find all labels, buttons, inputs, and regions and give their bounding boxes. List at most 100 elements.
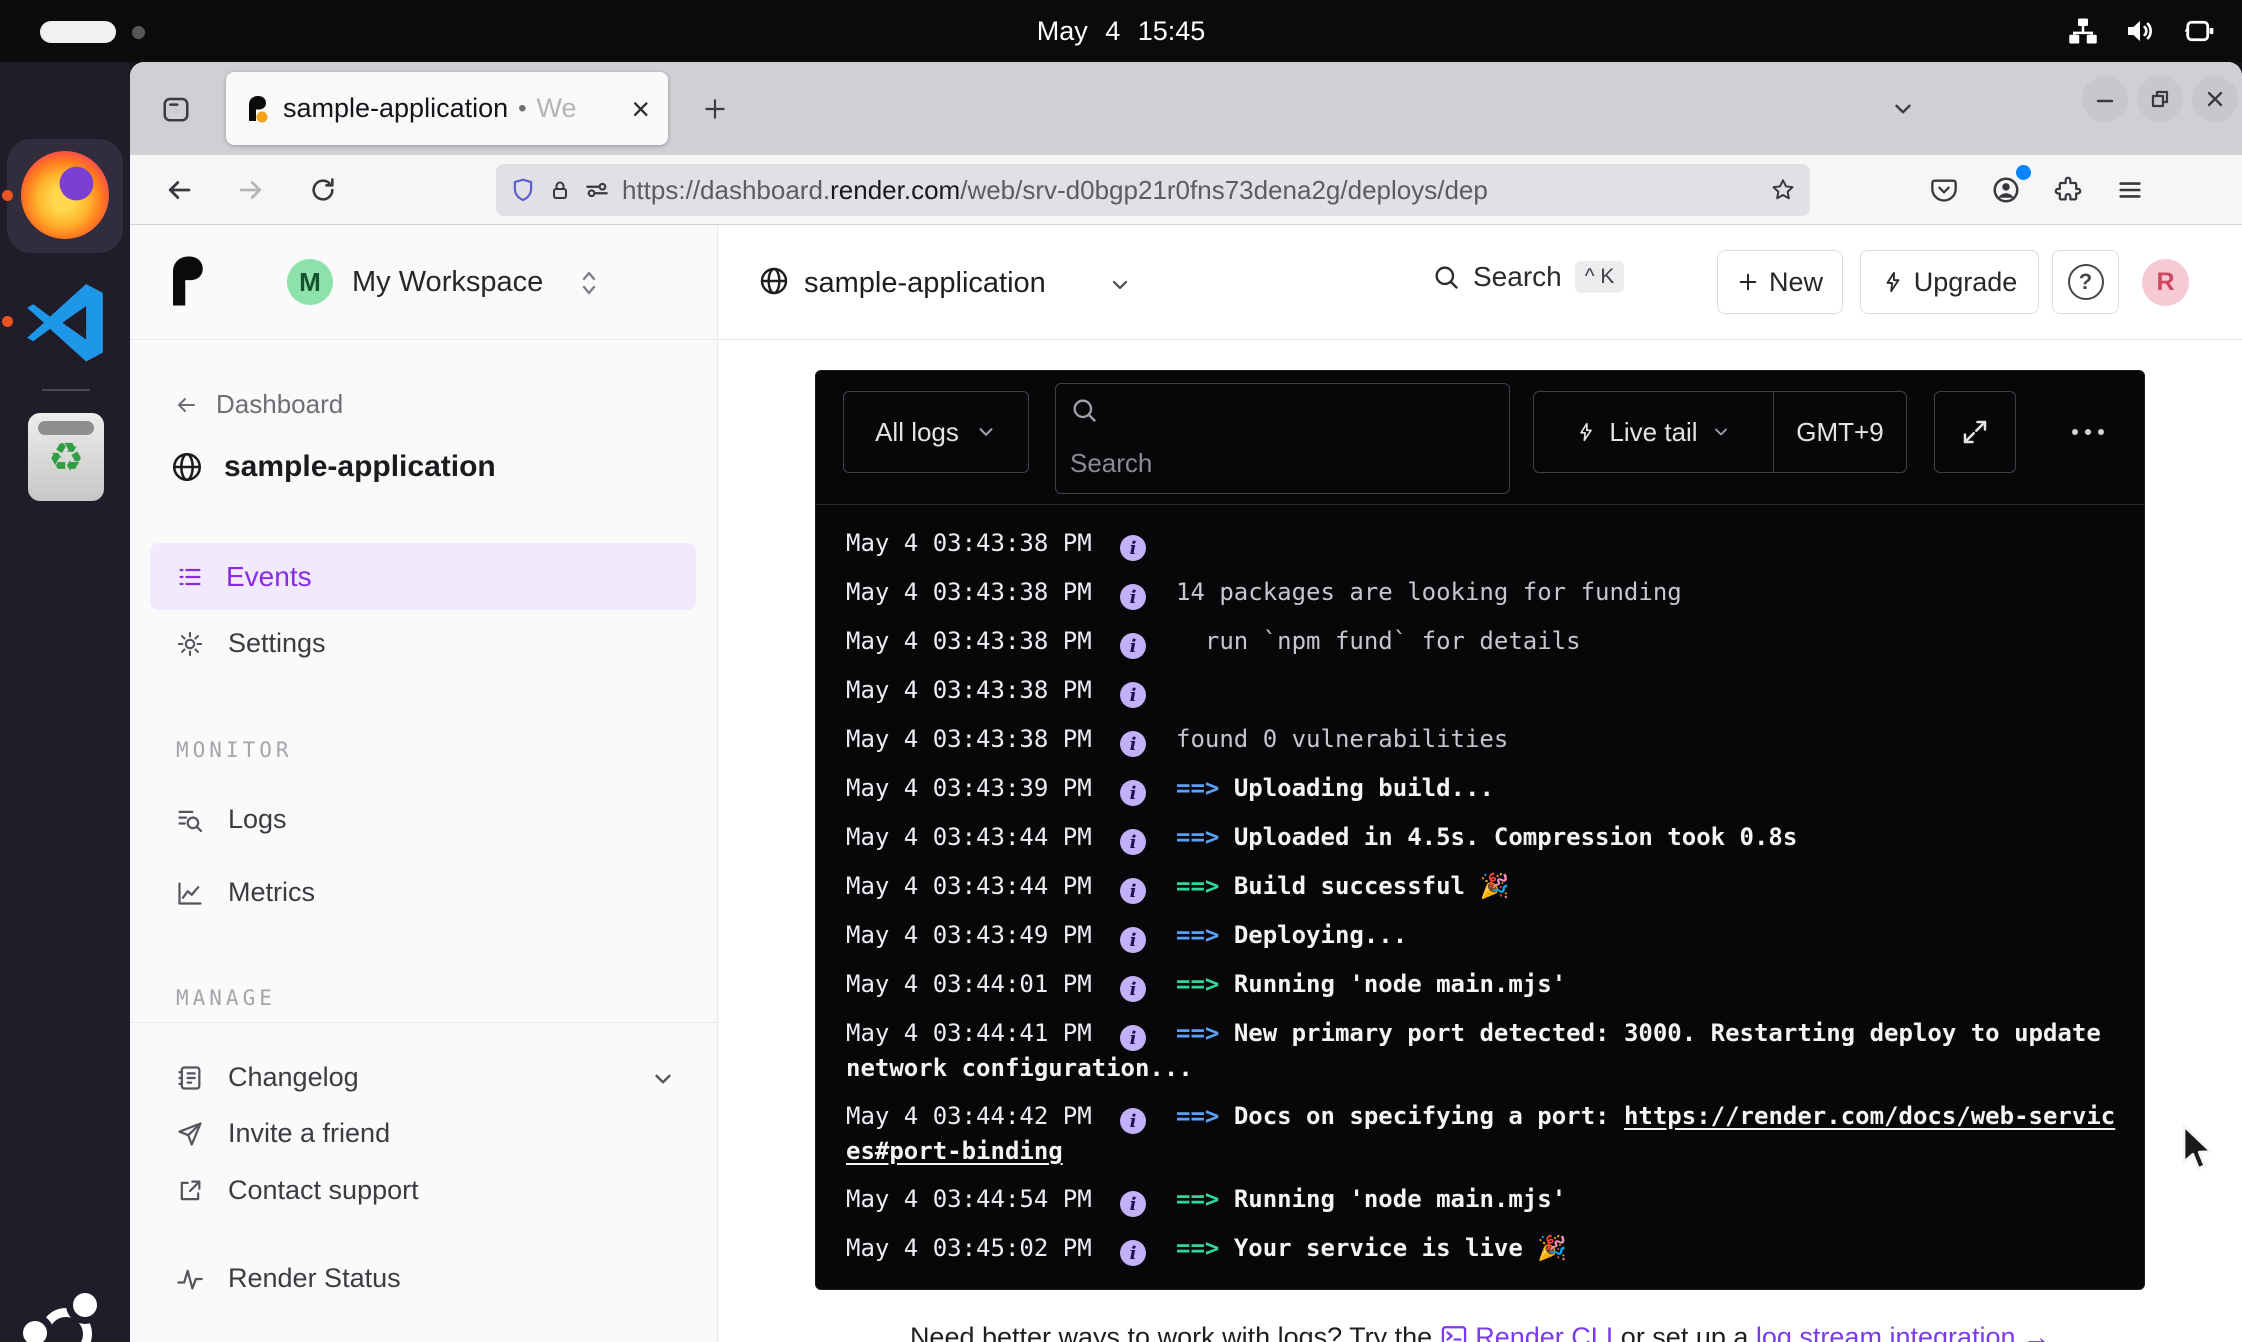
gear-icon <box>176 630 204 658</box>
tab-title-separator: • <box>518 95 526 123</box>
log-message: run `npm fund` for details <box>1176 627 1581 655</box>
vscode-icon[interactable] <box>18 277 112 365</box>
new-tab-button[interactable] <box>692 86 738 132</box>
sidebar-item-label: Settings <box>228 628 326 659</box>
extensions-icon[interactable] <box>2047 169 2089 211</box>
sidebar-item-render-status[interactable]: Render Status <box>176 1263 401 1294</box>
info-icon: i <box>1120 682 1146 708</box>
log-message: ==> Running 'node main.mjs' <box>1176 1185 1566 1213</box>
system-clock[interactable]: May 4 15:45 <box>0 0 2242 62</box>
log-entry: May 4 03:44:41 PMi==> New primary port d… <box>846 1009 2122 1092</box>
log-timestamp: May 4 03:45:02 PM <box>846 1231 1092 1265</box>
tab-title-suffix: We <box>537 93 577 124</box>
log-entry: May 4 03:43:49 PMi==> Deploying... <box>846 911 2122 960</box>
volume-icon <box>2124 15 2156 47</box>
sidebar-item-invite[interactable]: Invite a friend <box>176 1118 390 1149</box>
pocket-icon[interactable] <box>1923 169 1965 211</box>
minimize-button[interactable] <box>2082 76 2128 122</box>
mouse-cursor <box>2180 1124 2226 1174</box>
log-timestamp: May 4 03:44:42 PM <box>846 1099 1092 1133</box>
back-button[interactable] <box>158 169 200 211</box>
sidebar-item-logs[interactable]: Logs <box>176 804 287 835</box>
shield-icon[interactable] <box>510 177 536 203</box>
menu-hamburger-icon[interactable] <box>2109 169 2151 211</box>
firefox-dock-tile[interactable] <box>7 139 123 253</box>
expand-logs-button[interactable] <box>1934 391 2016 473</box>
log-message: ==> Deploying... <box>1176 921 1407 949</box>
log-entry: May 4 03:43:38 PMi <box>846 519 2122 568</box>
forward-button[interactable] <box>230 169 272 211</box>
log-message: ==> Running 'node main.mjs' <box>1176 970 1566 998</box>
sidebar-back-dashboard[interactable]: Dashboard <box>174 389 343 420</box>
network-icon <box>2068 16 2098 46</box>
sidebar-item-changelog[interactable]: Changelog <box>176 1062 359 1093</box>
log-timestamp: May 4 03:43:44 PM <box>846 820 1092 854</box>
arrow-right-icon: → <box>2023 1322 2050 1342</box>
timezone-button[interactable]: GMT+9 <box>1774 417 1906 448</box>
sidebar-service-name[interactable]: sample-application <box>170 450 496 484</box>
lock-icon[interactable] <box>548 178 572 202</box>
help-button[interactable]: ? <box>2052 250 2119 314</box>
browser-toolbar: https://dashboard.render.com/web/srv-d0b… <box>130 155 2242 225</box>
log-stream-link[interactable]: log stream integration <box>1756 1322 2016 1342</box>
user-avatar[interactable]: R <box>2142 259 2189 306</box>
battery-icon <box>2182 16 2216 46</box>
screen: May 4 15:45 ♻ <box>0 0 2242 1342</box>
globe-icon <box>170 450 204 484</box>
log-search-placeholder: Search <box>1070 448 1152 479</box>
workspace-switcher-icon[interactable] <box>577 267 601 299</box>
log-entry: May 4 03:43:38 PMi14 packages are lookin… <box>846 568 2122 617</box>
sidebar-item-events[interactable]: Events <box>150 543 696 610</box>
expand-icon <box>1960 417 1990 447</box>
account-icon[interactable] <box>1985 169 2027 211</box>
reload-button[interactable] <box>302 169 344 211</box>
info-icon: i <box>1120 584 1146 610</box>
sidebar-item-label: Changelog <box>228 1062 359 1093</box>
globe-icon <box>758 265 790 297</box>
permissions-icon[interactable] <box>584 177 610 203</box>
system-status-area[interactable] <box>2068 0 2216 62</box>
upgrade-button[interactable]: Upgrade <box>1860 250 2039 314</box>
bookmark-star-icon[interactable] <box>1770 177 1796 203</box>
firefox-view-button[interactable] <box>154 87 198 131</box>
new-button[interactable]: New <box>1717 250 1843 314</box>
question-icon: ? <box>2068 264 2104 300</box>
log-more-menu-button[interactable] <box>2056 411 2120 453</box>
service-selector[interactable]: sample-application <box>804 267 1046 300</box>
url-bar[interactable]: https://dashboard.render.com/web/srv-d0b… <box>496 164 1810 216</box>
active-tab[interactable]: sample-application • We × <box>226 72 668 145</box>
url-text[interactable]: https://dashboard.render.com/web/srv-d0b… <box>622 175 1758 206</box>
global-search[interactable]: Search ^ K <box>1432 261 1624 293</box>
sidebar-item-metrics[interactable]: Metrics <box>176 877 315 908</box>
log-timestamp: May 4 03:43:38 PM <box>846 673 1092 707</box>
info-icon: i <box>1120 1108 1146 1134</box>
chevron-down-icon <box>975 421 997 443</box>
log-timestamp: May 4 03:43:44 PM <box>846 869 1092 903</box>
log-link[interactable]: es#port-binding <box>846 1137 1063 1165</box>
log-search-input[interactable]: Search <box>1055 383 1510 494</box>
sidebar-section-monitor: MONITOR <box>176 738 293 762</box>
restore-button[interactable] <box>2137 76 2183 122</box>
system-top-bar: May 4 15:45 <box>0 0 2242 62</box>
changelog-chevron-icon[interactable] <box>650 1066 676 1092</box>
close-window-button[interactable] <box>2192 76 2238 122</box>
log-filter-dropdown[interactable]: All logs <box>843 391 1029 473</box>
log-timestamp: May 4 03:44:41 PM <box>846 1016 1092 1050</box>
sidebar-item-contact[interactable]: Contact support <box>176 1175 419 1206</box>
info-icon: i <box>1120 633 1146 659</box>
log-message: ==> Uploading build... <box>1176 774 1494 802</box>
render-cli-link[interactable]: Render CLI <box>1475 1322 1613 1342</box>
workspace-name[interactable]: My Workspace <box>352 266 543 299</box>
firefox-icon <box>21 151 109 239</box>
log-timestamp: May 4 03:43:39 PM <box>846 771 1092 805</box>
sidebar-item-settings[interactable]: Settings <box>176 628 326 659</box>
list-all-tabs-button[interactable] <box>1880 86 1926 132</box>
log-link[interactable]: https://render.com/docs/web-servic <box>1624 1102 2115 1130</box>
show-apps-button[interactable] <box>24 1292 108 1342</box>
trash-icon[interactable]: ♻ <box>28 413 104 501</box>
log-entry: May 4 03:43:39 PMi==> Uploading build... <box>846 764 2122 813</box>
chevron-down-icon[interactable] <box>1108 273 1132 297</box>
tab-close-button[interactable]: × <box>631 93 650 125</box>
live-tail-button[interactable]: Live tail <box>1534 392 1774 472</box>
render-logo[interactable] <box>166 250 208 312</box>
